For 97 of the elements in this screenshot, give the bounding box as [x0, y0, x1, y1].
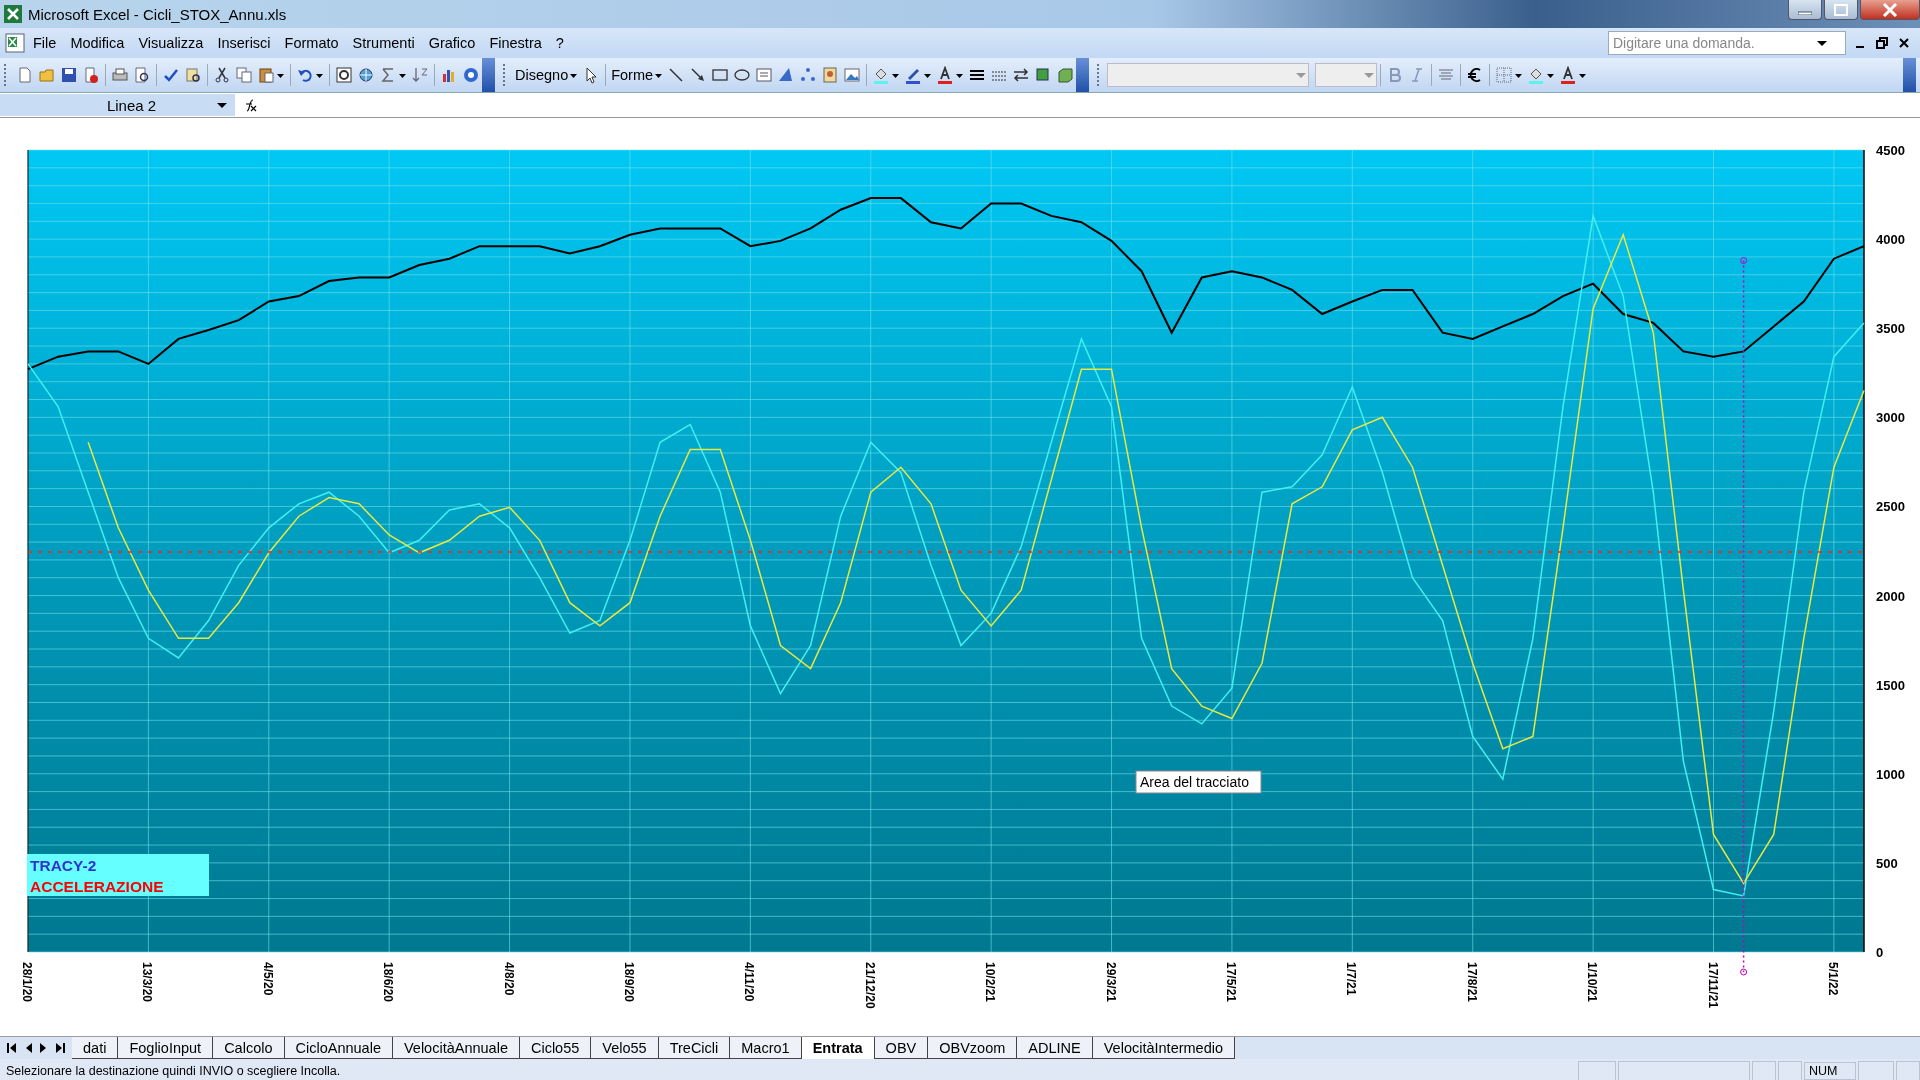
menu-item[interactable]: Modifica	[63, 32, 132, 54]
fill-color-icon[interactable]	[872, 66, 891, 84]
axis-tick-label: 13/3/20	[140, 962, 155, 1003]
status-message: Selezionare la destinazione quindi INVIO o scegliere Incolla.	[6, 1064, 342, 1078]
axis-tick-label: 18/9/20	[621, 962, 636, 1003]
menu-item[interactable]: Finestra	[482, 32, 549, 54]
maximize-button[interactable]	[1824, 0, 1858, 20]
fill-color-icon[interactable]	[1527, 66, 1546, 84]
axis-tick-label: 29/3/21	[1103, 962, 1118, 1003]
axis-tick-label: 3000	[1876, 410, 1905, 426]
status-panel	[1578, 1061, 1616, 1080]
toolbar-options-button[interactable]	[1076, 58, 1090, 92]
image-icon[interactable]	[843, 66, 862, 84]
menu-item[interactable]: Strumenti	[345, 32, 422, 54]
window-title: Microsoft Excel - Cicli_STOX_Annu.xls	[28, 5, 288, 23]
rectangle-icon[interactable]	[711, 66, 730, 84]
function-icon[interactable]	[243, 97, 259, 113]
axis-tick-label: 18/6/20	[381, 962, 396, 1003]
axis-tick-label: 0	[1876, 945, 1884, 960]
sheet-tab[interactable]: OBV	[874, 1037, 929, 1059]
axis-tick-label: 4000	[1876, 232, 1905, 248]
shapes-menu[interactable]: Forme	[609, 65, 656, 85]
status-panel	[1858, 1061, 1894, 1080]
document-icon[interactable]	[82, 66, 100, 84]
scissors-icon[interactable]	[213, 66, 231, 84]
axis-tick-label: 500	[1876, 855, 1898, 871]
help-search-field[interactable]: Digitare una domanda.	[1608, 31, 1846, 55]
sheet-tab[interactable]: Velo55	[591, 1037, 659, 1059]
workbook-icon[interactable]	[4, 32, 26, 54]
3d-icon[interactable]	[1056, 66, 1075, 84]
status-panel	[1896, 1061, 1920, 1080]
print-preview-icon[interactable]	[133, 66, 151, 84]
axis-tick-label: 1500	[1876, 677, 1905, 693]
restore-icon[interactable]	[1876, 36, 1888, 50]
menu-item[interactable]: Formato	[277, 32, 346, 54]
excel-icon	[4, 5, 22, 23]
tooltip: Area del tracciato	[1135, 770, 1262, 794]
axis-tick-label: 5/1/22	[1825, 962, 1840, 996]
sheet-tab[interactable]: TreCicli	[658, 1037, 731, 1059]
menu-item[interactable]: Inserisci	[210, 32, 278, 54]
font-color-icon[interactable]	[1559, 66, 1578, 84]
status-panel	[1778, 1061, 1802, 1080]
axis-tick-label: 3500	[1876, 321, 1905, 337]
sheet-tab[interactable]: CicloAnnuale	[284, 1037, 393, 1059]
sheet-tab[interactable]: Calcolo	[213, 1037, 285, 1059]
clip-art-icon[interactable]	[821, 66, 840, 84]
menu-item[interactable]: ?	[548, 32, 571, 54]
last-sheet-icon[interactable]	[54, 1042, 66, 1054]
name-box[interactable]: Linea 2	[0, 94, 235, 116]
axis-tick-label: 4/11/20	[742, 962, 757, 1002]
menu-item[interactable]: Visualizza	[131, 32, 211, 54]
close-icon[interactable]	[1898, 36, 1910, 50]
sheet-tab[interactable]: Entrata	[801, 1037, 875, 1059]
sort-icon[interactable]	[411, 66, 429, 84]
sheet-tab[interactable]: VelocitàIntermedio	[1092, 1037, 1235, 1059]
sheet-tab[interactable]: OBVzoom	[928, 1037, 1018, 1059]
line-color-icon[interactable]	[904, 66, 923, 84]
axis-tick-label: 1/10/21	[1585, 962, 1600, 1003]
drawing-menu[interactable]: Disegno	[513, 65, 571, 85]
axis-tick-label: 10/2/21	[983, 962, 998, 1003]
diagram-icon[interactable]	[799, 66, 818, 84]
axis-tick-label: 1/7/21	[1344, 962, 1359, 996]
menu-item[interactable]: Grafico	[421, 32, 483, 54]
axis-tick-label: 4/5/20	[260, 962, 275, 996]
axis-tick-label: 4500	[1876, 143, 1905, 158]
axis-tick-label: 17/11/21	[1705, 962, 1720, 1009]
minimize-button[interactable]	[1788, 0, 1822, 20]
legend-label: TRACY-2	[30, 857, 97, 874]
status-panel	[1752, 1061, 1776, 1080]
sheet-tab[interactable]: dati	[72, 1037, 119, 1059]
axis-tick-label: 17/8/21	[1464, 962, 1479, 1003]
sheet-tab[interactable]: Ciclo55	[519, 1037, 592, 1059]
axis-tick-label: 2000	[1876, 588, 1905, 604]
sheet-tab[interactable]: FoglioInput	[118, 1037, 214, 1059]
axis-tick-label: 17/5/21	[1223, 962, 1238, 1003]
axis-tick-label: 4/8/20	[501, 962, 516, 996]
research-icon[interactable]	[184, 66, 202, 84]
axis-tick-label: 21/12/20	[862, 962, 877, 1009]
num-lock-indicator: NUM	[1804, 1062, 1856, 1080]
sheet-tab[interactable]: Macro1	[730, 1037, 802, 1059]
globe-icon[interactable]	[357, 66, 375, 84]
oval-icon[interactable]	[733, 66, 752, 84]
legend-label: ACCELERAZIONE	[30, 878, 164, 895]
close-button[interactable]	[1860, 0, 1920, 20]
printer-icon[interactable]	[111, 66, 129, 84]
cursor-drawing[interactable]	[1740, 257, 1748, 976]
axis-tick-label: 28/1/20	[20, 962, 34, 1003]
first-sheet-icon[interactable]	[6, 1042, 18, 1054]
paste-icon[interactable]	[257, 66, 275, 84]
sheet-tab[interactable]: VelocitàAnnuale	[392, 1037, 520, 1059]
axis-tick-label: 2500	[1876, 499, 1905, 515]
axis-tick-label: 1000	[1876, 766, 1905, 782]
sheet-tab[interactable]: ADLINE	[1017, 1037, 1093, 1059]
font-color-icon[interactable]	[936, 66, 955, 84]
new-document-icon[interactable]	[16, 66, 34, 84]
menu-item[interactable]: File	[26, 32, 64, 54]
arrow-style-icon[interactable]	[1012, 66, 1031, 84]
